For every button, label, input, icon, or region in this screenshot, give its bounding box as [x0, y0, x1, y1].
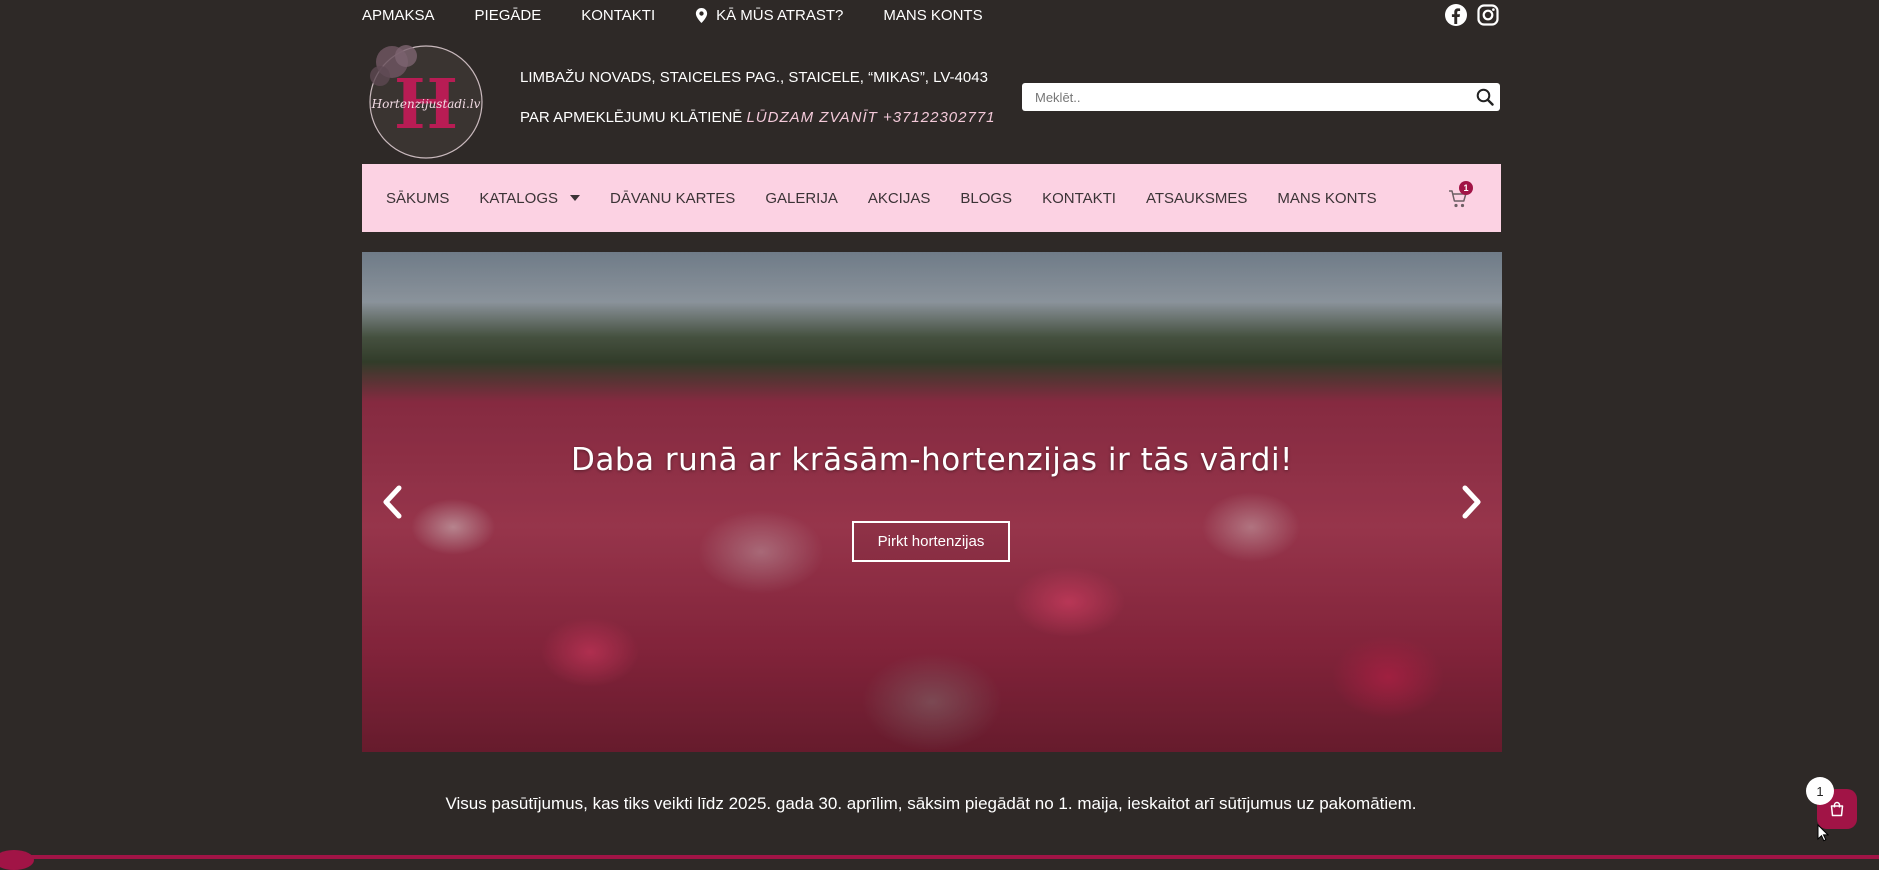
top-link-label: MANS KONTS	[883, 6, 983, 24]
top-link-label: KONTAKTI	[581, 6, 656, 24]
corner-widget[interactable]	[0, 850, 34, 870]
search-input[interactable]	[1022, 84, 1470, 110]
top-bar-nav: APMAKSA PIEGĀDE KONTAKTI KĀ MŪS ATRAST? …	[362, 0, 1023, 30]
nav-item-label: BLOGS	[960, 189, 1013, 207]
shopping-bag-icon	[1830, 801, 1844, 817]
floating-cart-count: 1	[1806, 777, 1834, 805]
top-link-mans-konts[interactable]: MANS KONTS	[883, 7, 982, 24]
nav-item-davanu-kartes[interactable]: DĀVANU KARTES	[610, 190, 735, 207]
logo-text: Hortenzijustadi.lv	[371, 97, 481, 111]
search-box	[1022, 83, 1500, 111]
hero-slider: Daba runā ar krāsām-hortenzijas ir tās v…	[362, 252, 1502, 752]
top-link-apmaksa[interactable]: APMAKSA	[362, 7, 435, 24]
site-logo[interactable]: H Hortenzijustadi.lv	[362, 42, 486, 160]
search-button[interactable]	[1470, 83, 1500, 111]
facebook-icon[interactable]	[1444, 3, 1468, 27]
top-link-label: PIEGĀDE	[474, 6, 542, 24]
nav-item-label: KONTAKTI	[1042, 189, 1116, 207]
slider-prev-button[interactable]	[378, 482, 408, 522]
slider-next-button[interactable]	[1456, 482, 1486, 522]
nav-item-label: SĀKUMS	[386, 189, 450, 207]
nav-item-katalogs[interactable]: KATALOGS	[479, 190, 580, 207]
hero-title: Daba runā ar krāsām-hortenzijas ir tās v…	[571, 442, 1293, 478]
nav-item-akcijas[interactable]: AKCIJAS	[868, 190, 931, 207]
nav-item-blogs[interactable]: BLOGS	[960, 190, 1012, 207]
nav-item-label: MANS KONTS	[1277, 189, 1377, 207]
social-links	[1444, 3, 1500, 27]
hero-image	[362, 252, 1502, 752]
nav-item-label: AKCIJAS	[867, 189, 931, 207]
address-text: LIMBAŽU NOVADS, STAICELES PAG., STAICELE…	[520, 69, 988, 86]
chevron-left-icon	[383, 485, 402, 519]
search-icon	[1476, 88, 1494, 106]
nav-item-galerija[interactable]: GALERIJA	[765, 190, 838, 207]
visit-label: PAR APMEKLĒJUMU KLĀTIENĒ	[520, 109, 743, 126]
main-nav: SĀKUMS KATALOGS DĀVANU KARTES GALERIJA A…	[362, 164, 1501, 232]
nav-item-atsauksmes[interactable]: ATSAUKSMES	[1146, 190, 1247, 207]
top-link-label: KĀ MŪS ATRAST?	[716, 6, 844, 24]
nav-item-kontakti[interactable]: KONTAKTI	[1042, 190, 1116, 207]
instagram-icon[interactable]	[1476, 3, 1500, 27]
logo-emblem: H Hortenzijustadi.lv	[369, 45, 483, 159]
nav-item-label: DĀVANU KARTES	[610, 189, 736, 207]
hero-cta-button[interactable]: Pirkt hortenzijas	[852, 521, 1010, 562]
phone-link[interactable]: LŪDZAM ZVANĪT +37122302771	[746, 109, 995, 126]
map-marker-icon	[696, 7, 708, 23]
nav-item-mans-konts[interactable]: MANS KONTS	[1277, 190, 1376, 207]
top-link-kontakti[interactable]: KONTAKTI	[581, 7, 655, 24]
chevron-right-icon	[1462, 485, 1481, 519]
visit-info: PAR APMEKLĒJUMU KLĀTIENĒ LŪDZAM ZVANĪT +…	[520, 109, 996, 126]
mouse-cursor-icon	[1817, 824, 1829, 842]
nav-item-label: GALERIJA	[765, 189, 838, 207]
caret-down-icon	[570, 195, 580, 201]
cart-count-badge: 1	[1459, 181, 1473, 195]
nav-item-label: KATALOGS	[479, 189, 558, 207]
nav-item-label: ATSAUKSMES	[1145, 189, 1248, 207]
nav-item-sakums[interactable]: SĀKUMS	[386, 190, 449, 207]
shipping-notice: Visus pasūtījumus, kas tiks veikti līdz …	[445, 794, 1417, 813]
top-link-ka-mus-atrast[interactable]: KĀ MŪS ATRAST?	[695, 7, 843, 24]
top-link-piegade[interactable]: PIEGĀDE	[475, 7, 542, 24]
bottom-accent-bar	[0, 855, 1879, 859]
top-link-label: APMAKSA	[362, 6, 435, 24]
